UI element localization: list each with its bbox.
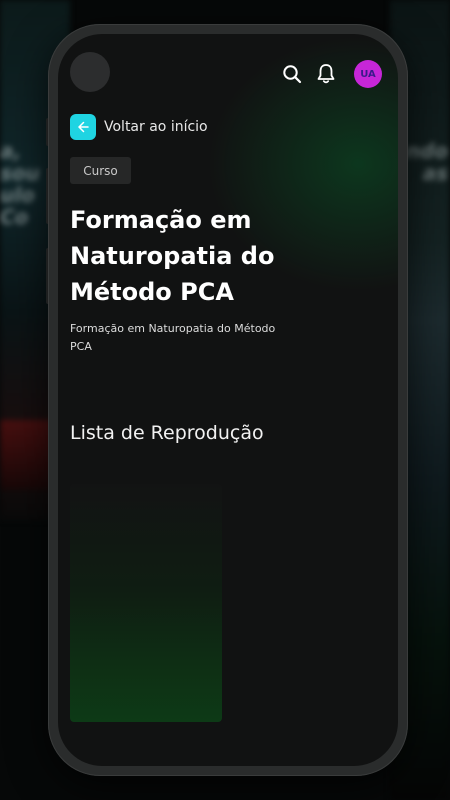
front-camera: [70, 52, 110, 92]
header-actions: UA: [280, 60, 382, 88]
phone-screen: UA Voltar ao início Curso Formação em Na…: [58, 34, 398, 766]
arrow-left-icon[interactable]: [70, 114, 96, 140]
user-avatar[interactable]: UA: [354, 60, 382, 88]
course-title: Formação em Naturopatia do Método PCA: [70, 206, 275, 306]
back-label: Voltar ao início: [104, 119, 208, 135]
bell-icon[interactable]: [314, 62, 338, 86]
playlist-item-card[interactable]: [70, 484, 222, 722]
course-type-badge: Curso: [70, 157, 131, 184]
search-icon[interactable]: [280, 62, 304, 86]
phone-frame: UA Voltar ao início Curso Formação em Na…: [48, 24, 408, 776]
back-to-home-link[interactable]: Voltar ao início: [70, 114, 208, 140]
playlist-heading: Lista de Reprodução: [70, 422, 264, 444]
course-subtitle: Formação em Naturopatia do Método PCA: [70, 322, 276, 353]
